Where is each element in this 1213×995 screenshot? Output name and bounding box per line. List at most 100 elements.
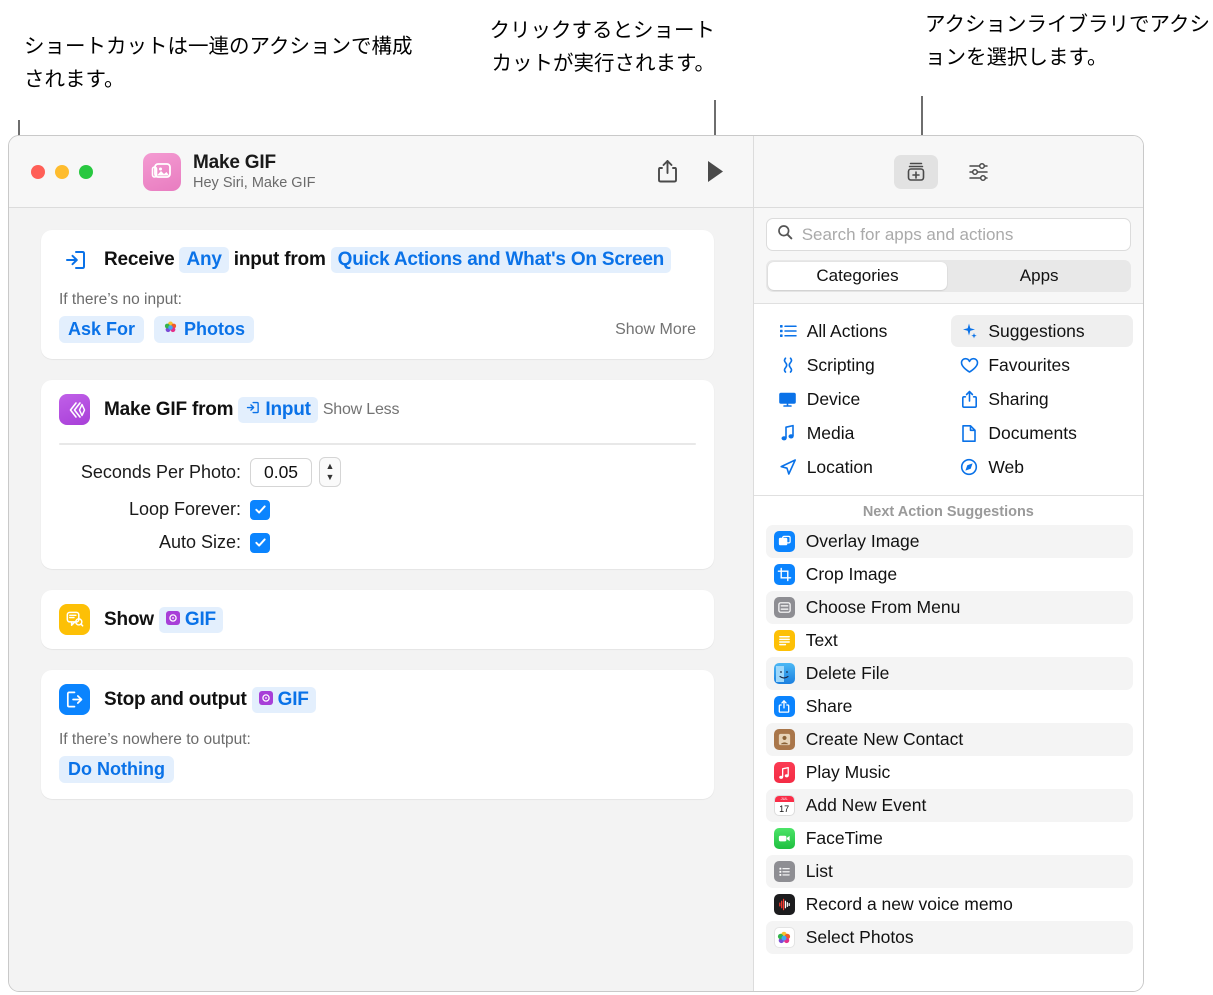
seconds-per-photo-input[interactable]: 0.05: [250, 458, 312, 487]
list-item[interactable]: Record a new voice memo: [766, 888, 1133, 921]
shortcuts-window: Make GIF Hey Siri, Make GIF: [8, 135, 1144, 992]
show-header: Show GIF: [41, 590, 714, 649]
list-item-label: Overlay Image: [806, 531, 920, 552]
scripting-icon: [778, 356, 798, 374]
share-icon[interactable]: [657, 159, 678, 184]
category-suggestions[interactable]: Suggestions: [951, 315, 1133, 347]
category-location[interactable]: Location: [770, 451, 952, 483]
list-item-label: Share: [806, 696, 853, 717]
tab-apps[interactable]: Apps: [949, 262, 1129, 290]
receive-title: Receive Any input from Quick Actions and…: [104, 247, 676, 273]
seconds-per-photo-label: Seconds Per Photo:: [59, 462, 241, 483]
suggestions-header: Next Action Suggestions: [754, 496, 1143, 525]
category-favourites[interactable]: Favourites: [951, 349, 1133, 381]
auto-size-row: Auto Size:: [59, 532, 696, 553]
heart-icon: [959, 357, 979, 374]
category-sharing[interactable]: Sharing: [951, 383, 1133, 415]
music-note-icon: [778, 424, 798, 442]
search-placeholder-text: Search for apps and actions: [802, 225, 1014, 245]
list-item[interactable]: Create New Contact: [766, 723, 1133, 756]
library-segmented-control[interactable]: Categories Apps: [766, 260, 1131, 292]
category-label: All Actions: [807, 321, 888, 342]
category-label: Suggestions: [988, 321, 1084, 342]
seconds-per-photo-stepper[interactable]: ▲ ▼: [319, 457, 341, 487]
list-item-label: Crop Image: [806, 564, 897, 585]
category-label: Favourites: [988, 355, 1070, 376]
editor-pane: Make GIF Hey Siri, Make GIF: [9, 136, 753, 991]
loop-forever-label: Loop Forever:: [59, 499, 241, 520]
do-nothing-pill[interactable]: Do Nothing: [59, 756, 174, 783]
share-icon: [959, 390, 979, 409]
photos-icon: [774, 927, 795, 948]
category-scripting[interactable]: Scripting: [770, 349, 952, 381]
make-gif-title: Make GIF from Input: [104, 397, 399, 423]
show-result-icon: [59, 604, 90, 635]
action-library-icon[interactable]: [894, 155, 938, 189]
receive-show-more-toggle[interactable]: Show More: [615, 321, 696, 339]
list-item[interactable]: Text: [766, 624, 1133, 657]
category-web[interactable]: Web: [951, 451, 1133, 483]
make-gif-show-less-toggle[interactable]: Show Less: [323, 401, 399, 419]
receive-source-token[interactable]: Quick Actions and What's On Screen: [331, 247, 671, 273]
photos-pill[interactable]: Photos: [154, 316, 254, 343]
stop-output-gif-token[interactable]: GIF: [252, 687, 316, 713]
close-button[interactable]: [31, 165, 45, 179]
sliders-icon[interactable]: [958, 155, 1002, 189]
share-sheet-icon: [774, 696, 795, 717]
make-gif-body: Seconds Per Photo: 0.05 ▲ ▼ Loop Forever…: [41, 425, 714, 569]
list-item[interactable]: List: [766, 855, 1133, 888]
make-gif-input-token[interactable]: Input: [238, 397, 317, 423]
list-item[interactable]: Crop Image: [766, 558, 1133, 591]
crop-image-icon: [774, 564, 795, 585]
list-item[interactable]: Choose From Menu: [766, 591, 1133, 624]
category-documents[interactable]: Documents: [951, 417, 1133, 449]
category-device[interactable]: Device: [770, 383, 952, 415]
list-item[interactable]: JUL 17 Add New Event: [766, 789, 1133, 822]
loop-forever-checkbox[interactable]: [250, 500, 270, 520]
finder-icon: [774, 663, 795, 684]
list-item[interactable]: FaceTime: [766, 822, 1133, 855]
action-card-receive[interactable]: Receive Any input from Quick Actions and…: [41, 230, 714, 359]
stop-output-title: Stop and output GIF: [104, 687, 321, 713]
ask-for-pill[interactable]: Ask For: [59, 316, 144, 343]
action-library-pane: Search for apps and actions Categories A…: [753, 136, 1143, 991]
stop-output-label: Stop and output: [104, 689, 247, 711]
tab-categories[interactable]: Categories: [768, 262, 948, 290]
stepper-up-icon[interactable]: ▲: [326, 461, 335, 472]
zoom-button[interactable]: [79, 165, 93, 179]
callout-text-middle: クリックするとショートカットが実行されます。: [470, 14, 715, 80]
stop-output-icon: [59, 684, 90, 715]
stepper-down-icon[interactable]: ▼: [326, 472, 335, 483]
stop-output-fallback-row: Do Nothing: [59, 756, 696, 783]
action-card-stop-output[interactable]: Stop and output GIF: [41, 670, 714, 799]
contacts-icon: [774, 729, 795, 750]
category-label: Media: [807, 423, 855, 444]
list-item[interactable]: Delete File: [766, 657, 1133, 690]
list-item-label: Record a new voice memo: [806, 894, 1013, 915]
category-all-actions[interactable]: All Actions: [770, 315, 952, 347]
list-item[interactable]: Play Music: [766, 756, 1133, 789]
action-card-show[interactable]: Show GIF: [41, 590, 714, 649]
library-titlebar: [754, 136, 1143, 208]
auto-size-checkbox[interactable]: [250, 533, 270, 553]
make-gif-divider: [59, 443, 696, 445]
calendar-day: 17: [779, 802, 789, 816]
list-item-label: Create New Contact: [806, 729, 964, 750]
category-media[interactable]: Media: [770, 417, 952, 449]
action-card-make-gif[interactable]: Make GIF from Input: [41, 380, 714, 569]
list-item-label: FaceTime: [806, 828, 883, 849]
list-item[interactable]: Share: [766, 690, 1133, 723]
play-icon[interactable]: [706, 160, 725, 183]
show-title: Show GIF: [104, 607, 228, 633]
list-item[interactable]: Overlay Image: [766, 525, 1133, 558]
category-label: Sharing: [988, 389, 1048, 410]
list-item[interactable]: Select Photos: [766, 921, 1133, 954]
minimize-button[interactable]: [55, 165, 69, 179]
search-input[interactable]: Search for apps and actions: [766, 218, 1131, 251]
facetime-icon: [774, 828, 795, 849]
search-icon: [777, 224, 793, 245]
receive-input-type-token[interactable]: Any: [179, 247, 228, 273]
list-item-label: Add New Event: [806, 795, 927, 816]
show-gif-token[interactable]: GIF: [159, 607, 223, 633]
seconds-per-photo-row: Seconds Per Photo: 0.05 ▲ ▼: [59, 457, 696, 487]
